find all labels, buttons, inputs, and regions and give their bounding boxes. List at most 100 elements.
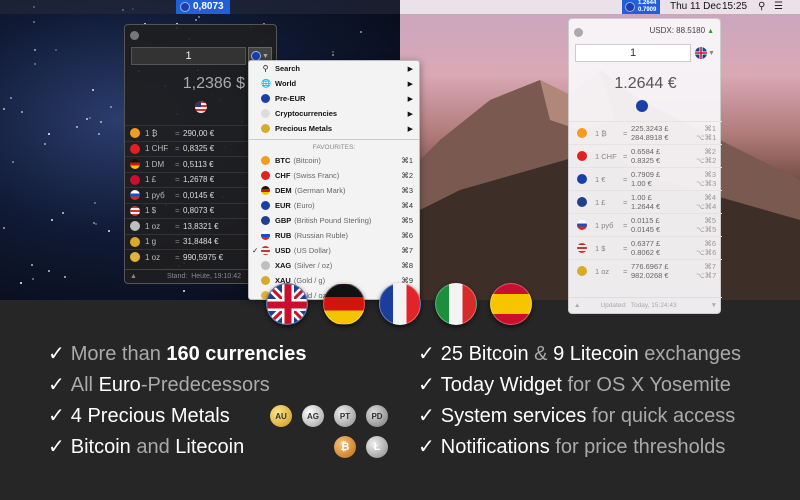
currency-code: CHF: [275, 171, 291, 180]
rate-value-eur: 0.8325 €: [631, 156, 661, 165]
favourite-item-chf[interactable]: CHF (Swiss Franc) ⌘2: [249, 168, 419, 183]
feature-precious-metals: ✓ 4 Precious Metals: [48, 404, 230, 428]
currency-dropdown-menu: ⚲ Search ▶ 🌐 World ▶ Pre-EUR ▶ Cryptocurrencies ▶…: [248, 60, 420, 300]
rate-row[interactable]: 1 руб = 0.0115 £0.0145 € ⌘5 ⌥⌘5: [569, 213, 722, 236]
currency-code: BTC: [275, 156, 291, 165]
feature-highlight: Bitcoin: [70, 436, 131, 458]
close-icon[interactable]: [574, 28, 583, 37]
bitcoin-icon: [130, 128, 140, 139]
euro-flag-icon: [261, 201, 270, 210]
shortcut-key-alt: ⌥⌘5: [696, 225, 717, 234]
palladium-coin-icon: PD: [366, 405, 388, 427]
check-icon: ✓: [48, 405, 65, 427]
currency-code: DEM: [275, 186, 292, 195]
feature-exchanges: ✓ 25 Bitcoin & 9 Litecoin exchanges: [418, 342, 741, 366]
russia-flag-icon: [577, 220, 587, 230]
menu-item-pre-eur[interactable]: Pre-EUR ▶: [249, 91, 419, 106]
germany-flag-icon: [323, 283, 365, 325]
favourite-item-dem[interactable]: DEM (German Mark) ⌘3: [249, 183, 419, 198]
france-flag-icon: [379, 283, 421, 325]
chevron-right-icon: ▶: [407, 110, 413, 118]
favourite-item-eur[interactable]: EUR (Euro) ⌘4: [249, 198, 419, 213]
rate-unit: 1 $: [145, 206, 157, 216]
check-icon: ✓: [48, 343, 65, 365]
rate-row[interactable]: 1 £ = 1.00 £1.2644 € ⌘4 ⌥⌘4: [569, 190, 722, 213]
rate-unit: 1 ₿: [595, 128, 607, 138]
rate-row[interactable]: 1 ₿ = 225.3243 £284.8918 € ⌘1 ⌥⌘1: [569, 121, 722, 144]
down-arrow-icon[interactable]: ▼: [711, 302, 717, 309]
star: [11, 161, 14, 164]
russia-flag-icon: [261, 231, 270, 240]
currency-name: (Silver / oz): [294, 261, 333, 270]
equals-sign: =: [175, 190, 180, 200]
menubar-time[interactable]: 15:25: [722, 0, 747, 14]
menubar-rate-item[interactable]: 0,8073: [176, 0, 230, 14]
feature-currencies: ✓ More than 160 currencies: [48, 342, 306, 366]
us-flag-icon: [261, 246, 270, 255]
up-arrow-icon[interactable]: ▲: [574, 302, 580, 309]
amount-input[interactable]: 1: [131, 47, 246, 65]
favourite-item-xag[interactable]: XAG (Silver / oz) ⌘8: [249, 258, 419, 273]
equals-sign: =: [623, 243, 628, 253]
currency-name: (Swiss Franc): [293, 171, 340, 180]
equals-sign: =: [175, 144, 180, 154]
rate-unit: 1 £: [595, 197, 606, 207]
silver-coin-icon: [130, 221, 140, 232]
currency-name: (British Pound Sterling): [294, 216, 372, 225]
check-icon: ✓: [418, 405, 435, 427]
chevron-right-icon: ▶: [407, 65, 413, 73]
euro-flag-icon[interactable]: [636, 100, 648, 112]
rate-value-gbp: 225.3243 £: [631, 124, 669, 133]
rate-list: 1 ₿ = 225.3243 £284.8918 € ⌘1 ⌥⌘1 1 CHF = 0.658…: [569, 121, 722, 282]
rate-unit: 1 $: [595, 243, 606, 253]
favourite-item-gbp[interactable]: GBP (British Pound Sterling) ⌘5: [249, 213, 419, 228]
star: [197, 15, 200, 18]
feature-highlight: 25 Bitcoin: [440, 343, 529, 365]
favourite-item-btc[interactable]: BTC (Bitcoin) ⌘1: [249, 153, 419, 168]
rate-row[interactable]: 1 oz = 776.6967 £982.0268 € ⌘7 ⌥⌘7: [569, 259, 722, 282]
menubar-date[interactable]: Thu 11 Dec: [670, 0, 721, 14]
feature-highlight: Today Widget: [440, 374, 562, 396]
star: [2, 107, 5, 110]
rate-row[interactable]: 1 € = 0.7909 £1.00 € ⌘3 ⌥⌘3: [569, 167, 722, 190]
rate-value-gbp: 1.00 £: [631, 193, 652, 202]
favourite-item-rub[interactable]: RUB (Russian Ruble) ⌘6: [249, 228, 419, 243]
menu-item-precious-metals[interactable]: Precious Metals ▶: [249, 121, 419, 136]
rate-row[interactable]: 1 $ = 0.6377 £0.8062 € ⌘6 ⌥⌘6: [569, 236, 722, 259]
search-icon[interactable]: ⚲: [758, 1, 765, 13]
menu-separator: [249, 139, 419, 140]
rate-unit: 1 g: [145, 237, 157, 247]
equals-sign: =: [623, 220, 628, 230]
up-arrow-icon[interactable]: ▲: [130, 273, 137, 280]
bitcoin-coin-icon: ₿: [334, 436, 356, 458]
swiss-flag-icon: [130, 143, 140, 154]
menubar-rate-item-right[interactable]: 1.2644 0.7909: [622, 0, 661, 14]
us-flag-icon[interactable]: [195, 101, 207, 113]
currency-selector[interactable]: ▼: [693, 44, 717, 62]
silver-coin-icon: AG: [302, 405, 324, 427]
gold-coin-icon: [261, 276, 270, 285]
menu-item-search[interactable]: ⚲ Search ▶: [249, 61, 419, 76]
equals-sign: =: [175, 175, 180, 185]
feature-text: exchanges: [638, 343, 741, 365]
menu-item-label: Precious Metals: [275, 124, 333, 133]
amount-input[interactable]: 1: [575, 44, 691, 62]
close-icon[interactable]: [130, 31, 139, 40]
uk-flag-icon: [577, 197, 587, 207]
currency-code: XAG: [275, 261, 292, 270]
equals-sign: =: [175, 128, 180, 138]
star: [54, 49, 57, 52]
menu-item-world[interactable]: 🌐 World ▶: [249, 76, 419, 91]
rate-value-eur: 0.0145 €: [631, 225, 661, 234]
rate-value-eur: 284.8918 €: [631, 133, 669, 142]
chevron-right-icon: ▶: [407, 95, 413, 103]
feature-today-widget: ✓ Today Widget for OS X Yosemite: [418, 373, 731, 397]
star: [75, 125, 78, 128]
chevron-down-icon: ▼: [708, 49, 715, 57]
shortcut-key-alt: ⌥⌘6: [696, 248, 717, 257]
rate-row[interactable]: 1 CHF = 0.6584 £0.8325 € ⌘2 ⌥⌘2: [569, 144, 722, 167]
currency-name: (Gold / g): [293, 276, 326, 285]
menu-item-cryptocurrencies[interactable]: Cryptocurrencies ▶: [249, 106, 419, 121]
favourite-item-usd[interactable]: ✓ USD (US Dollar) ⌘7: [249, 243, 419, 258]
list-icon[interactable]: ☰: [774, 1, 783, 13]
